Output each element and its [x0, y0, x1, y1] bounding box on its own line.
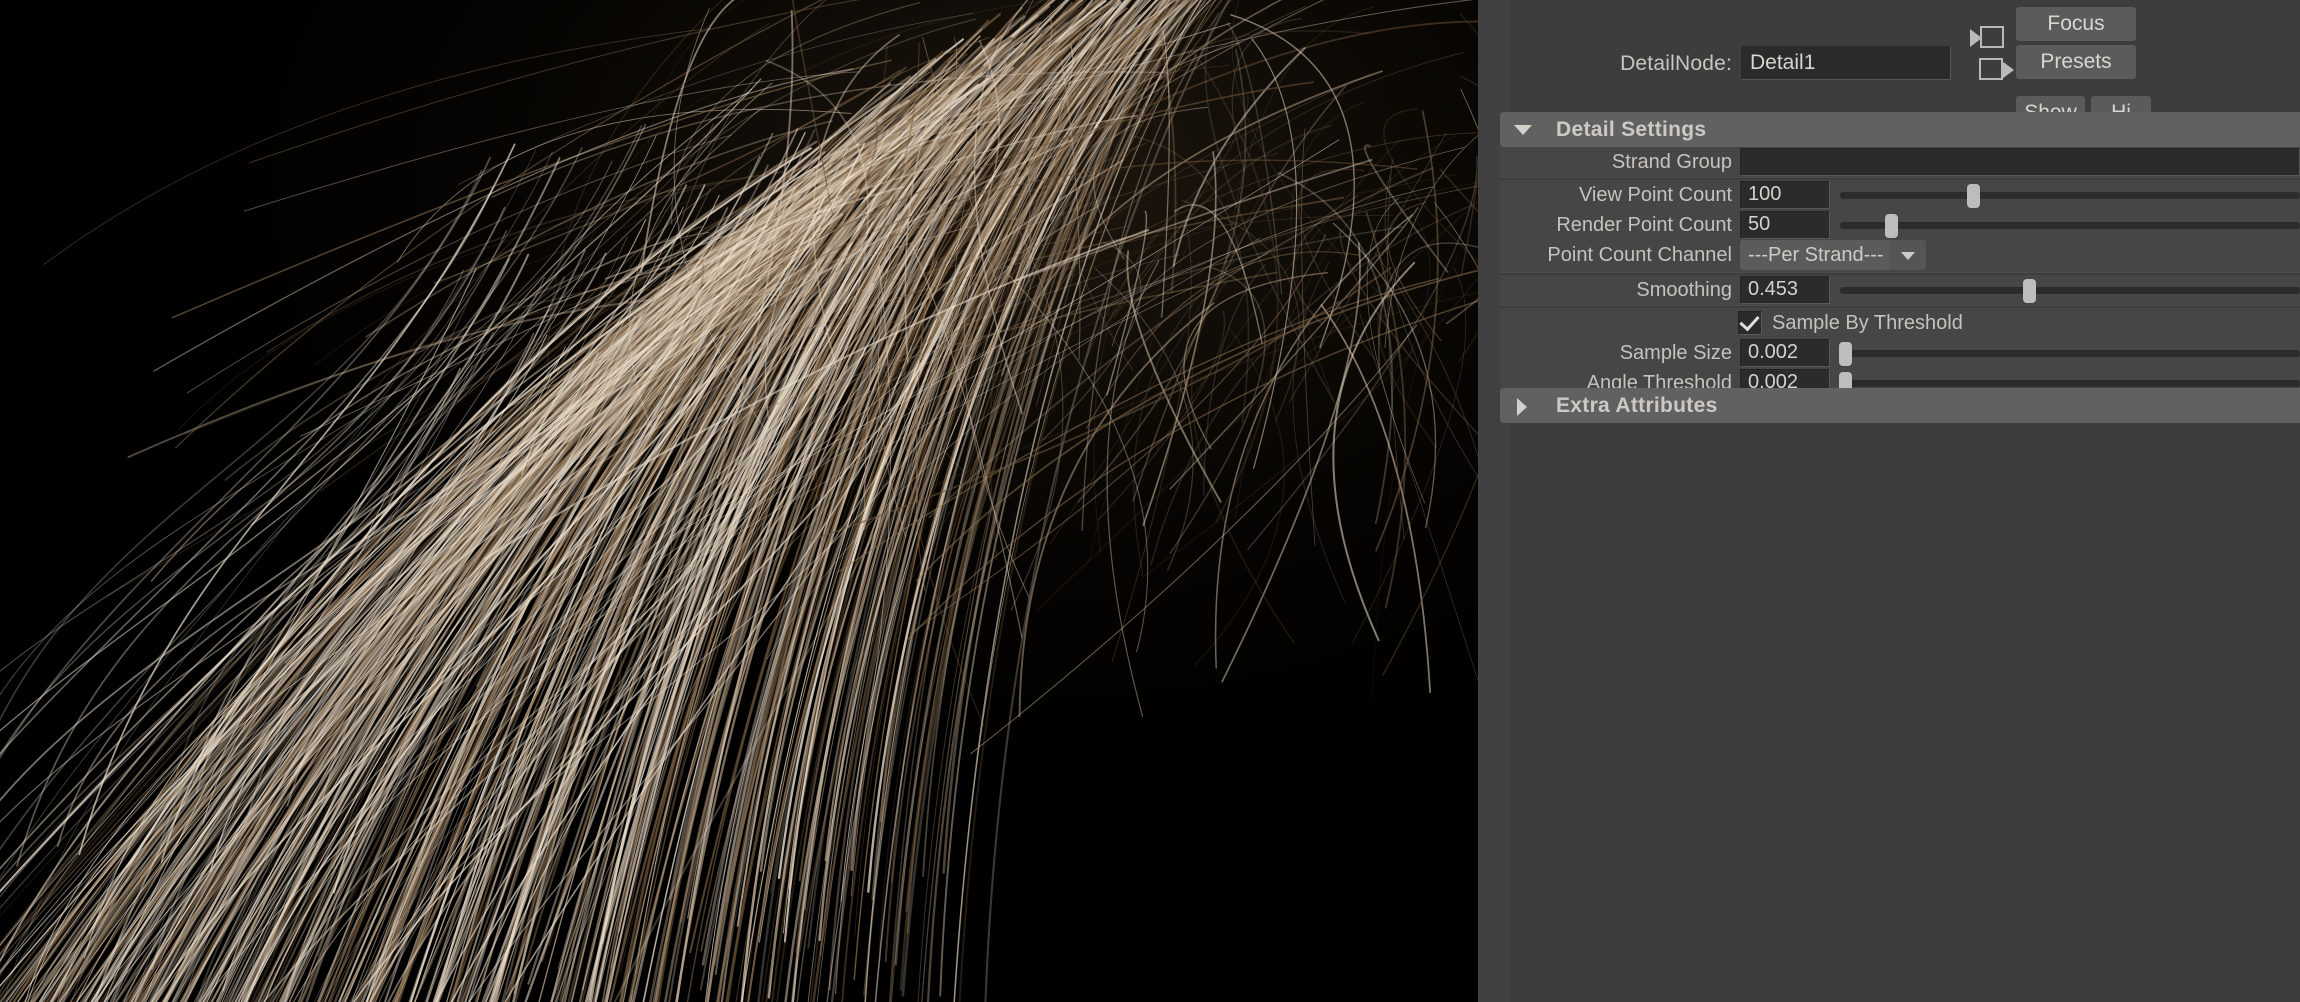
dropdown-toggle[interactable]: [1890, 240, 1926, 270]
row-render-point-count: Render Point Count 50: [1500, 210, 2300, 240]
row-point-count-channel: Point Count Channel ---Per Strand---: [1500, 240, 2300, 272]
node-output-icon[interactable]: [1979, 58, 2003, 80]
slider-knob[interactable]: [2023, 279, 2036, 303]
row-sample-by-threshold: Sample By Threshold: [1500, 308, 2300, 338]
row-sample-size: Sample Size 0.002: [1500, 338, 2300, 368]
slider-smoothing[interactable]: [1840, 276, 2300, 304]
label-sample-by-threshold: Sample By Threshold: [1772, 312, 1963, 335]
node-input-icon[interactable]: [1980, 26, 2004, 48]
dropdown-point-count-channel[interactable]: ---Per Strand---: [1740, 240, 1926, 270]
slider-knob[interactable]: [1839, 342, 1852, 366]
node-header-row: DetailNode: Detail1 Focus Presets Show H…: [1478, 0, 2300, 110]
node-input-arrow: [1970, 29, 1982, 47]
input-render-point-count[interactable]: 50: [1740, 211, 1830, 239]
slider-knob[interactable]: [1967, 184, 1980, 208]
hair-render-viewport[interactable]: [0, 0, 1478, 1002]
section-title-detail-settings: Detail Settings: [1556, 118, 1706, 142]
slider-track: [1840, 287, 2300, 294]
application-window: DetailNode: Detail1 Focus Presets Show H…: [0, 0, 2300, 1002]
detail-node-label: DetailNode:: [1478, 52, 1732, 76]
label-render-point-count: Render Point Count: [1500, 214, 1732, 237]
presets-button[interactable]: Presets: [2016, 45, 2136, 79]
label-sample-size: Sample Size: [1500, 342, 1732, 365]
parameter-rows: Strand Group View Point Count 100 Render…: [1500, 147, 2300, 398]
dropdown-selected-value: ---Per Strand---: [1748, 244, 1884, 267]
input-strand-group[interactable]: [1740, 148, 2300, 176]
slider-track: [1840, 192, 2300, 199]
focus-button[interactable]: Focus: [2016, 7, 2136, 41]
slider-view-point-count[interactable]: [1840, 181, 2300, 209]
input-view-point-count[interactable]: 100: [1740, 181, 1830, 209]
checkmark-icon: [1739, 311, 1759, 332]
section-header-detail-settings[interactable]: Detail Settings: [1500, 112, 2300, 147]
detail-node-parameter-panel: DetailNode: Detail1 Focus Presets Show H…: [1478, 0, 2300, 1002]
row-smoothing: Smoothing 0.453: [1500, 275, 2300, 305]
detail-node-input[interactable]: Detail1: [1741, 46, 1951, 80]
input-sample-size[interactable]: 0.002: [1740, 339, 1830, 367]
slider-track: [1840, 222, 2300, 229]
label-point-count-channel: Point Count Channel: [1500, 244, 1732, 267]
hair-strands-render: [0, 0, 1478, 1002]
label-view-point-count: View Point Count: [1500, 184, 1732, 207]
chevron-down-icon: [1901, 252, 1915, 260]
slider-sample-size[interactable]: [1840, 339, 2300, 367]
slider-track: [1840, 380, 2300, 387]
row-strand-group: Strand Group: [1500, 147, 2300, 177]
input-smoothing[interactable]: 0.453: [1740, 276, 1830, 304]
node-output-arrow: [2002, 61, 2014, 79]
checkbox-box[interactable]: [1738, 311, 1762, 335]
label-smoothing: Smoothing: [1500, 279, 1732, 302]
section-title-extra-attributes: Extra Attributes: [1556, 394, 1718, 418]
slider-knob[interactable]: [1885, 214, 1898, 238]
slider-track: [1840, 350, 2300, 357]
section-header-extra-attributes[interactable]: Extra Attributes: [1500, 388, 2300, 423]
chevron-down-icon: [1514, 125, 1532, 135]
chevron-right-icon: [1517, 398, 1527, 416]
label-strand-group: Strand Group: [1500, 151, 1732, 174]
row-view-point-count: View Point Count 100: [1500, 180, 2300, 210]
slider-render-point-count[interactable]: [1840, 211, 2300, 239]
